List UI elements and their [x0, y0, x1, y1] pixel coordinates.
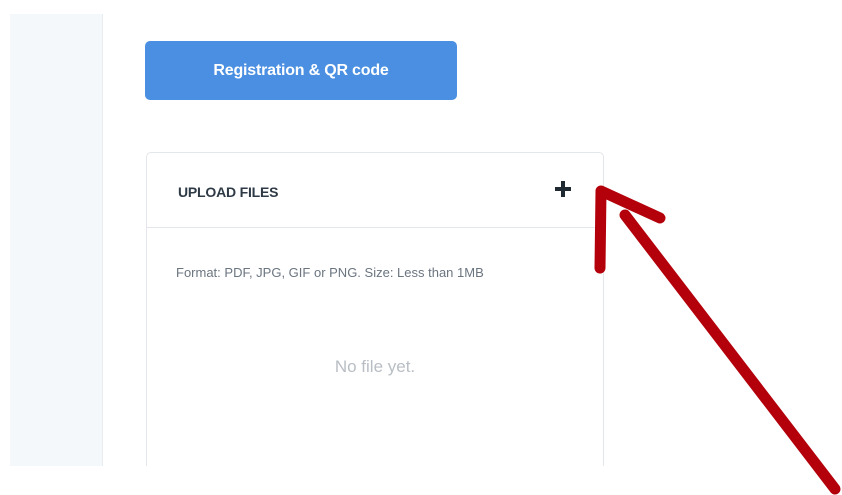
plus-icon	[555, 181, 571, 197]
upload-files-title: UPLOAD FILES	[178, 184, 279, 200]
upload-format-hint: Format: PDF, JPG, GIF or PNG. Size: Less…	[176, 265, 484, 280]
add-file-button[interactable]	[551, 177, 575, 201]
registration-qr-button[interactable]: Registration & QR code	[145, 41, 457, 100]
screenshot-frame: Registration & QR code UPLOAD FILES Form…	[0, 0, 842, 495]
upload-files-header: UPLOAD FILES	[147, 153, 603, 228]
upload-files-card: UPLOAD FILES Format: PDF, JPG, GIF or PN…	[146, 152, 604, 482]
left-sidebar	[10, 14, 103, 466]
bottom-crop	[0, 466, 842, 495]
empty-state-text: No file yet.	[334, 357, 416, 376]
registration-qr-button-label: Registration & QR code	[213, 61, 389, 79]
